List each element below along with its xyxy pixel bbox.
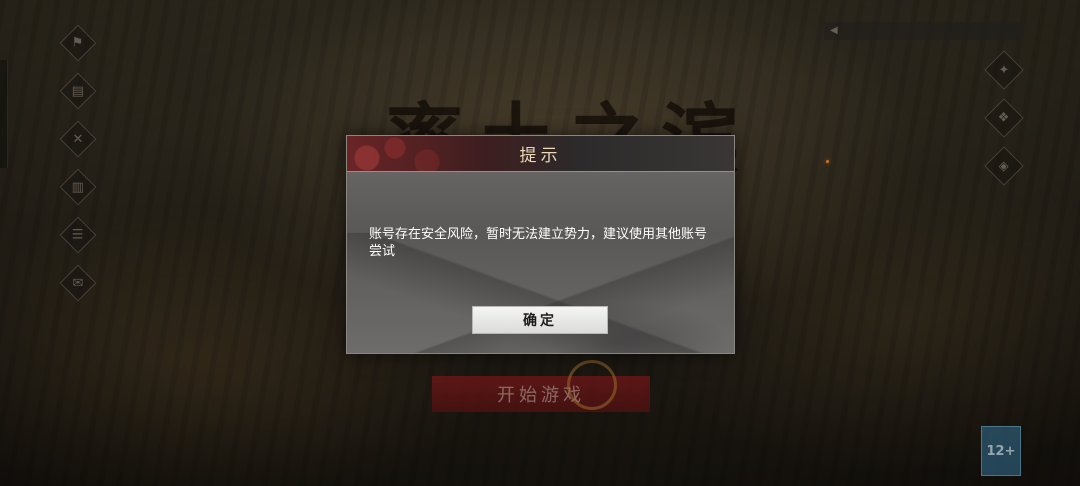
- confirm-button[interactable]: 确定: [472, 306, 608, 334]
- dialog-title: 提示: [519, 146, 562, 166]
- dialog-header: 提示: [347, 136, 734, 172]
- dialog-message: 账号存在安全风险，暂时无法建立势力，建议使用其他账号尝试: [369, 227, 708, 259]
- alert-dialog: 提示 账号存在安全风险，暂时无法建立势力，建议使用其他账号尝试 确定: [346, 135, 735, 354]
